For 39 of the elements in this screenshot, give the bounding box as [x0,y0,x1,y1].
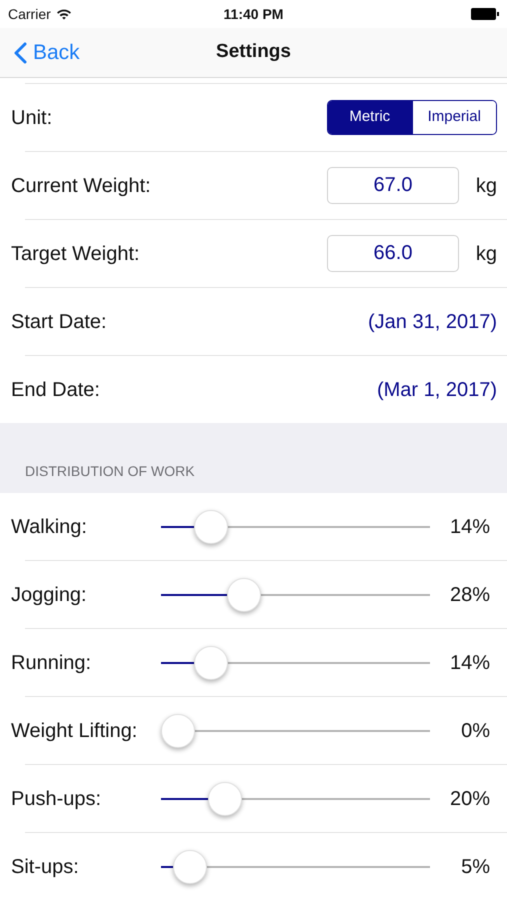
slider-thumb[interactable] [194,510,228,544]
percent-reading: 5% [460,854,490,880]
setting-label: Start Date: [11,310,107,334]
percent-reading: 20% [448,786,490,812]
slider-label: Jogging: [11,582,88,608]
section-header: DISTRIBUTION OF WORK [25,462,195,481]
nav-title: Settings [216,40,291,64]
slider-thumb[interactable] [172,850,207,884]
weight-input-field[interactable]: 67.0 [327,167,459,204]
segment-option[interactable]: Metric [328,101,412,134]
slider-label: Push-ups: [11,786,102,812]
clock-time: 11:40 PM [224,4,284,24]
slider-label: Running: [11,650,92,676]
carrier-label: Carrier [8,4,51,24]
percent-reading: 14% [448,650,490,676]
percent-reading: 0% [460,718,490,744]
slider-label: Weight Lifting: [11,718,138,744]
date-value[interactable]: (Jan 31, 2017) [368,306,497,336]
back-button[interactable]: Back [0,36,80,68]
setting-label: Target Weight: [11,242,140,266]
setting-label: Current Weight: [11,174,151,198]
setting-label: Unit: [11,106,52,130]
segment-option[interactable]: Imperial [412,101,496,134]
date-value[interactable]: (Mar 1, 2017) [376,374,497,404]
unit-label: kg [474,174,497,198]
setting-label: End Date: [11,378,100,402]
slider-thumb[interactable] [161,714,195,748]
slider-thumb[interactable] [194,646,228,680]
percent-reading: 28% [448,582,490,608]
slider-thumb[interactable] [226,578,261,612]
slider-label: Walking: [11,514,88,540]
weight-input-field[interactable]: 66.0 [327,235,459,272]
unit-label: kg [474,242,497,266]
percent-reading: 14% [448,514,490,540]
slider-thumb[interactable] [208,782,242,816]
chevron-left-icon [14,42,27,64]
wifi-icon [56,8,72,20]
battery-icon [471,8,499,20]
slider-label: Sit-ups: [11,854,80,880]
